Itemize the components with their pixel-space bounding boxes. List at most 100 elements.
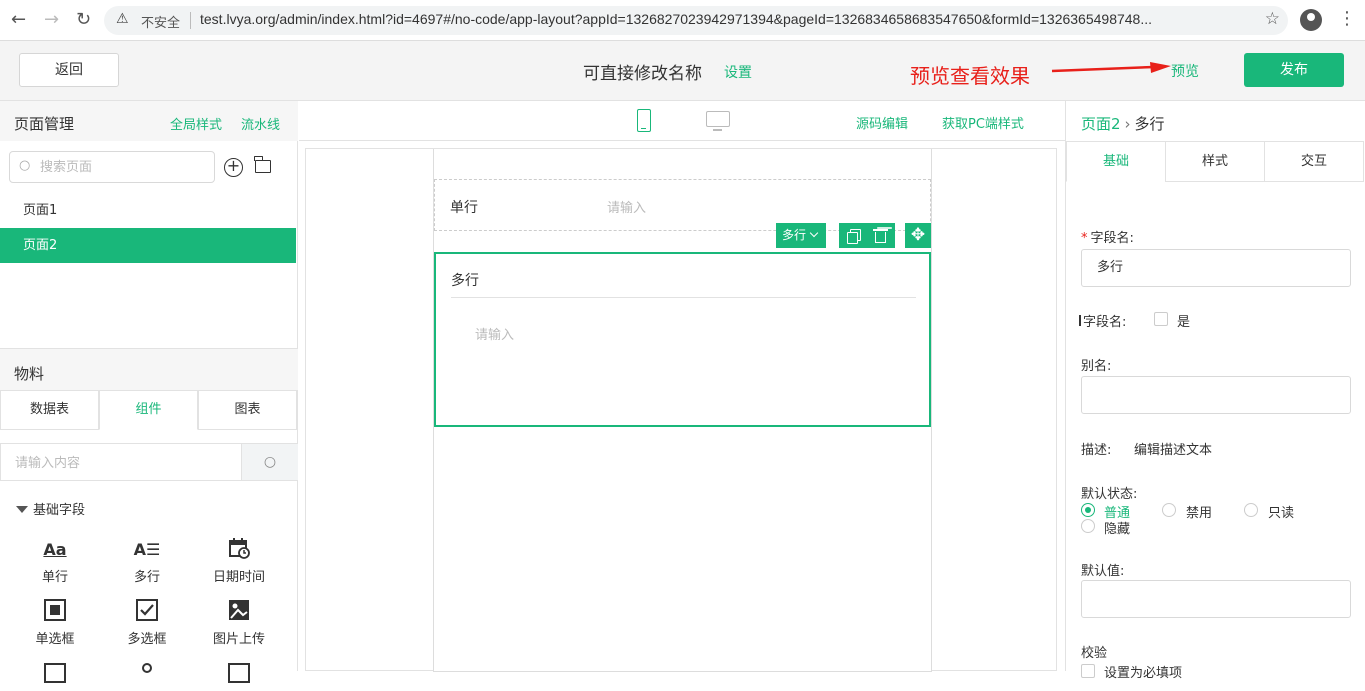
breadcrumb-page[interactable]: 页面2 xyxy=(1081,115,1121,133)
component-checkbox[interactable]: 多选框 xyxy=(112,599,182,647)
field-divider xyxy=(451,297,916,298)
component-radio[interactable]: 单选框 xyxy=(20,599,90,647)
page-search-box[interactable]: ○ xyxy=(9,151,215,183)
pipeline-link[interactable]: 流水线 xyxy=(241,114,280,133)
page-manager-title: 页面管理 xyxy=(14,115,75,133)
tab-interaction[interactable]: 交互 xyxy=(1264,141,1364,182)
alias-label: 别名: xyxy=(1081,359,1112,374)
left-panel: 页面管理 全局样式 流水线 ○ + 页面1 页面2 物料 数据表 组件 图表 ○… xyxy=(0,101,298,683)
reload-icon[interactable]: ↻ xyxy=(76,9,91,30)
back-button[interactable]: 返回 xyxy=(19,53,119,87)
tab-basic[interactable]: 基础 xyxy=(1066,141,1166,182)
url-text[interactable]: test.lvya.org/admin/index.html?id=4697#/… xyxy=(200,11,1250,27)
get-pc-style-link[interactable]: 获取PC端样式 xyxy=(942,113,1024,132)
component-more-3[interactable] xyxy=(204,661,274,687)
page-manager-header: 页面管理 全局样式 流水线 xyxy=(0,101,298,141)
edit-description-link[interactable]: 编辑描述文本 xyxy=(1134,439,1212,458)
radio-square-icon xyxy=(20,599,90,625)
radio-disabled[interactable] xyxy=(1162,503,1176,517)
search-icon: ○ xyxy=(19,158,31,173)
single-line-placeholder: 请输入 xyxy=(607,201,647,216)
validation-label: 校验 xyxy=(1081,646,1108,661)
component-datetime[interactable]: 日期时间 xyxy=(204,537,274,585)
radio-normal[interactable] xyxy=(1081,503,1095,517)
component-label: 单选框 xyxy=(35,632,75,647)
materials-title: 物料 xyxy=(14,365,45,383)
breadcrumb: 页面2 › 多行 xyxy=(1081,113,1165,134)
back-arrow-icon[interactable]: ← xyxy=(11,9,26,30)
forward-arrow-icon[interactable]: → xyxy=(44,9,59,30)
radio-hidden-label: 隐藏 xyxy=(1104,522,1131,537)
address-divider xyxy=(190,12,191,29)
default-value-input[interactable] xyxy=(1081,580,1351,618)
page-item-1[interactable]: 页面1 xyxy=(0,193,296,228)
alias-input[interactable] xyxy=(1081,376,1351,414)
tab-data-table[interactable]: 数据表 xyxy=(0,390,99,430)
materials-header: 物料 xyxy=(0,348,298,390)
trash-icon[interactable] xyxy=(867,223,895,248)
move-icon[interactable]: ✥ xyxy=(905,223,931,248)
global-style-link[interactable]: 全局样式 xyxy=(170,114,222,133)
description-label: 描述: xyxy=(1081,443,1112,458)
component-single-line[interactable]: Aa 单行 xyxy=(20,537,90,585)
copy-icon[interactable] xyxy=(839,223,867,248)
field-type-label: 多行 xyxy=(782,228,807,242)
material-search-button[interactable]: ○ xyxy=(241,444,298,480)
single-line-label: 单行 xyxy=(450,200,478,216)
tab-charts[interactable]: 图表 xyxy=(198,390,297,430)
material-search-box[interactable]: ○ xyxy=(0,443,298,481)
radio-readonly[interactable] xyxy=(1244,503,1258,517)
warning-icon: ⚠ xyxy=(116,11,129,27)
browser-menu-icon[interactable]: ⋮ xyxy=(1338,8,1356,29)
source-edit-link[interactable]: 源码编辑 xyxy=(856,113,908,132)
panel-icon xyxy=(204,661,274,687)
radio-disabled-label: 禁用 xyxy=(1186,506,1213,521)
material-search-input[interactable] xyxy=(15,454,225,472)
tab-style[interactable]: 样式 xyxy=(1165,141,1265,182)
mobile-preview-frame: 单行 请输入 多行 ✥ 多行 请输入 xyxy=(433,149,932,672)
chevron-right-icon: › xyxy=(1124,115,1131,133)
required-checkbox[interactable] xyxy=(1081,664,1095,678)
field-name-label: * 字段名: xyxy=(1081,231,1134,246)
breadcrumb-field: 多行 xyxy=(1134,115,1165,133)
desktop-view-icon[interactable] xyxy=(706,111,730,131)
page-item-2[interactable]: 页面2 xyxy=(0,228,296,263)
preview-link[interactable]: 预览 xyxy=(1171,61,1199,81)
tab-components[interactable]: 组件 xyxy=(99,390,198,430)
image-upload-icon xyxy=(204,599,274,625)
user-icon xyxy=(112,661,182,687)
chevron-down-icon xyxy=(809,228,819,238)
component-label: 日期时间 xyxy=(212,570,265,585)
account-icon[interactable] xyxy=(1300,9,1322,31)
canvas: 单行 请输入 多行 ✥ 多行 请输入 xyxy=(305,148,1057,672)
settings-link[interactable]: 设置 xyxy=(724,62,752,82)
component-multi-line[interactable]: A☰ 多行 xyxy=(112,537,182,585)
component-label: 单行 xyxy=(41,570,68,585)
multi-line-field[interactable]: 多行 请输入 xyxy=(434,252,931,427)
design-canvas-area: 源码编辑 获取PC端样式 单行 请输入 多行 ✥ 多行 请输入 xyxy=(299,101,1065,672)
bookmark-star-icon[interactable]: ☆ xyxy=(1265,9,1280,29)
single-line-icon: Aa xyxy=(43,540,67,559)
folder-icon[interactable] xyxy=(254,156,271,173)
canvas-toolbar: 源码编辑 获取PC端样式 xyxy=(299,101,1065,141)
page-search-input[interactable] xyxy=(40,158,210,176)
default-state-label: 默认状态: xyxy=(1081,487,1138,502)
caret-down-icon xyxy=(16,506,28,513)
mobile-view-icon[interactable] xyxy=(637,109,651,132)
component-image-upload[interactable]: 图片上传 xyxy=(204,599,274,647)
address-bar[interactable]: ⚠ 不安全 test.lvya.org/admin/index.html?id=… xyxy=(104,6,1288,35)
radio-hidden[interactable] xyxy=(1081,519,1095,533)
checkbox-icon xyxy=(112,599,182,625)
field-name-input[interactable]: 多行 xyxy=(1081,249,1351,287)
field-type-dropdown[interactable]: 多行 xyxy=(776,223,826,248)
app-name-title[interactable]: 可直接修改名称 xyxy=(583,59,702,84)
publish-button[interactable]: 发布 xyxy=(1244,53,1344,87)
group-basic-fields[interactable]: 基础字段 xyxy=(16,499,85,518)
component-more-2[interactable] xyxy=(112,661,182,687)
add-page-icon[interactable]: + xyxy=(224,158,243,177)
multi-line-icon: A☰ xyxy=(133,540,161,559)
component-label: 多行 xyxy=(133,570,160,585)
required-label: 设置为必填项 xyxy=(1104,666,1183,681)
component-more-1[interactable] xyxy=(20,661,90,687)
hide-field-checkbox[interactable] xyxy=(1154,312,1168,326)
